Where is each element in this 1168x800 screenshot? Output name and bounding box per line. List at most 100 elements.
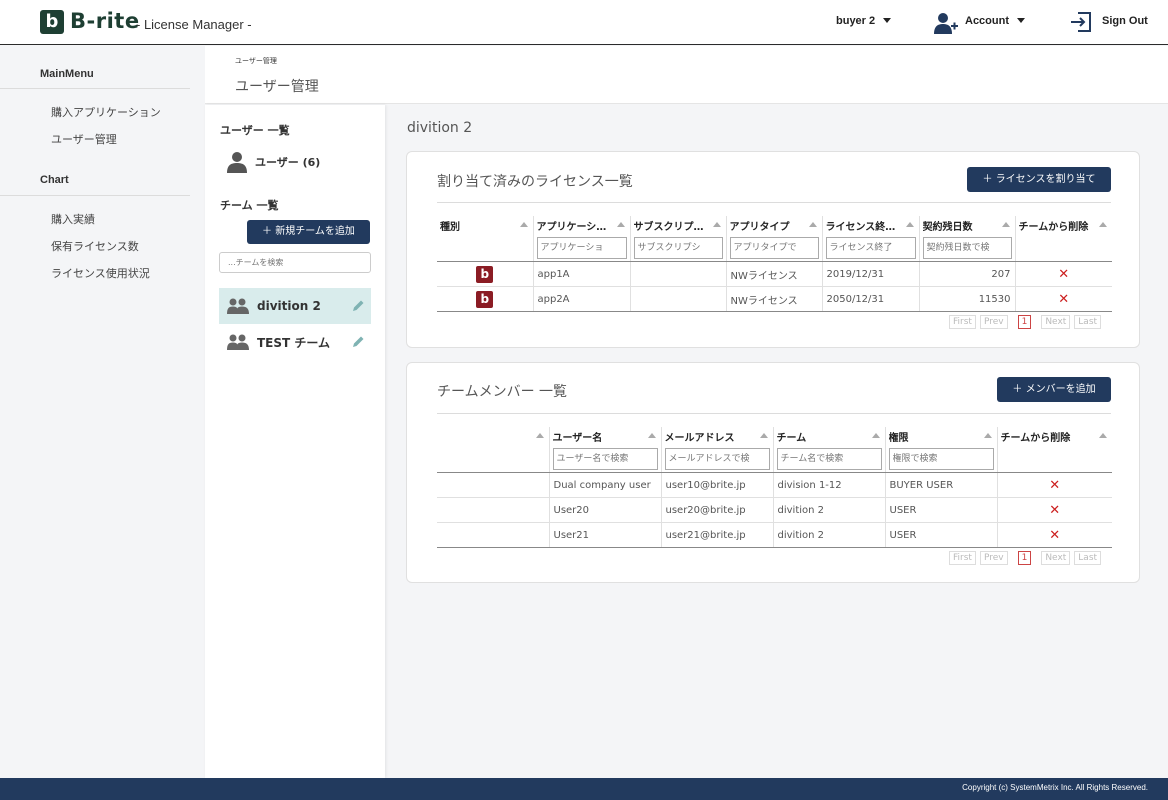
team-item-test[interactable]: TEST チーム <box>219 324 371 360</box>
col-blank[interactable] <box>437 427 550 473</box>
members-table: ユーザー名 メールアドレス チーム 権限 チームから削除 Dual compan… <box>437 427 1112 548</box>
team-icon <box>227 334 249 350</box>
sidebar-item-license-usage[interactable]: ライセンス使用状況 <box>51 265 150 281</box>
email-filter-input[interactable] <box>664 448 770 470</box>
col-type[interactable]: 種別 <box>437 216 534 262</box>
cell-type: NWライセンス <box>726 261 823 287</box>
pager-first[interactable]: First <box>949 551 976 565</box>
col-remove-from-team[interactable]: チームから削除 <box>997 427 1112 473</box>
chart-heading: Chart <box>40 174 69 186</box>
col-license-end[interactable]: ライセンス終… <box>822 216 920 262</box>
col-remove-from-team[interactable]: チームから削除 <box>1015 216 1112 262</box>
role-filter-input[interactable] <box>888 448 994 470</box>
table-row[interactable]: b app1A NWライセンス 2019/12/31 207 ✕ <box>437 261 1112 287</box>
app-subtitle: - License Manager - <box>136 17 252 32</box>
cell-team: divition 2 <box>773 522 886 548</box>
add-team-button[interactable]: ＋ 新規チームを追加 <box>247 220 370 244</box>
pager-last[interactable]: Last <box>1074 551 1102 565</box>
pager-page[interactable]: 1 <box>1017 551 1032 565</box>
brand-logo-icon[interactable]: b <box>40 10 64 34</box>
sort-icon <box>519 222 528 227</box>
members-title: チームメンバー 一覧 <box>437 384 568 400</box>
pager-last[interactable]: Last <box>1074 315 1102 329</box>
user-menu-dropdown[interactable]: buyer 2 <box>836 15 892 27</box>
table-header-row: 種別 アプリケーシ… サブスクリプ… アプリタイプ ライセンス終… 契約残日数 … <box>437 216 1112 262</box>
sort-icon <box>535 433 544 438</box>
cell-role: USER <box>885 497 998 523</box>
account-label: Account <box>965 15 1009 27</box>
remaining-days-filter-input[interactable] <box>922 237 1012 259</box>
team-list-heading: チーム 一覧 <box>220 199 279 212</box>
pager-next[interactable]: Next <box>1041 551 1071 565</box>
team-panel: ユーザー 一覧 ユーザー (6) チーム 一覧 ＋ 新規チームを追加 divit… <box>205 105 385 778</box>
application-filter-input[interactable] <box>536 237 627 259</box>
col-app-type[interactable]: アプリタイプ <box>726 216 823 262</box>
edit-pencil-icon[interactable] <box>351 335 365 349</box>
col-user-name[interactable]: ユーザー名 <box>549 427 662 473</box>
team-icon <box>227 298 249 314</box>
sidebar-item-purchased-apps[interactable]: 購入アプリケーション <box>51 104 161 120</box>
delete-icon[interactable]: ✕ <box>1058 292 1069 307</box>
user-name-filter-input[interactable] <box>552 448 658 470</box>
pager-prev[interactable]: Prev <box>979 315 1008 329</box>
license-end-filter-input[interactable] <box>825 237 916 259</box>
sign-out-icon[interactable] <box>1070 11 1092 33</box>
col-application[interactable]: アプリケーシ… <box>533 216 631 262</box>
licenses-pagination: First Prev 1 Next Last <box>949 315 1102 329</box>
subscription-filter-input[interactable] <box>633 237 723 259</box>
breadcrumb[interactable]: ユーザー管理 <box>235 56 277 66</box>
add-user-icon[interactable] <box>934 11 958 35</box>
brand-name[interactable]: B-rite <box>70 9 140 33</box>
sidebar-item-license-count[interactable]: 保有ライセンス数 <box>51 238 139 254</box>
sort-icon <box>1099 433 1107 438</box>
sidebar-item-user-management[interactable]: ユーザー管理 <box>51 131 117 147</box>
account-menu-dropdown[interactable]: Account <box>965 15 1025 27</box>
cell-email: user20@brite.jp <box>661 497 774 523</box>
chevron-down-icon <box>883 18 892 23</box>
col-remaining-days[interactable]: 契約残日数 <box>919 216 1016 262</box>
cell-end: 2050/12/31 <box>822 286 920 312</box>
team-filter-input[interactable] <box>776 448 882 470</box>
cell-name: Dual company user <box>549 472 662 498</box>
pager-prev[interactable]: Prev <box>979 551 1008 565</box>
add-member-button[interactable]: ＋ メンバーを追加 <box>997 377 1111 402</box>
table-row[interactable]: Dual company user user10@brite.jp divisi… <box>437 472 1112 498</box>
assign-license-button[interactable]: ＋ ライセンスを割り当て <box>967 167 1111 192</box>
breadcrumb-area: ユーザー管理 ユーザー管理 <box>205 46 1168 104</box>
delete-icon[interactable]: ✕ <box>1049 528 1060 543</box>
top-header: b B-rite - License Manager - buyer 2 Acc… <box>0 0 1168 45</box>
user-icon <box>227 152 247 173</box>
members-pagination: First Prev 1 Next Last <box>949 551 1102 565</box>
cell-type: NWライセンス <box>726 286 823 312</box>
table-row[interactable]: b app2A NWライセンス 2050/12/31 11530 ✕ <box>437 286 1112 312</box>
app-b-icon: b <box>476 290 494 308</box>
sort-icon <box>759 433 768 438</box>
pager-page[interactable]: 1 <box>1017 315 1032 329</box>
licenses-title: 割り当て済みのライセンス一覧 <box>437 174 633 190</box>
cell-email: user21@brite.jp <box>661 522 774 548</box>
delete-icon[interactable]: ✕ <box>1049 503 1060 518</box>
col-team[interactable]: チーム <box>773 427 886 473</box>
cell-end: 2019/12/31 <box>822 261 920 287</box>
delete-icon[interactable]: ✕ <box>1058 267 1069 282</box>
table-row[interactable]: User21 user21@brite.jp divition 2 USER ✕ <box>437 522 1112 548</box>
cell-team: division 1-12 <box>773 472 886 498</box>
col-email[interactable]: メールアドレス <box>661 427 774 473</box>
pager-first[interactable]: First <box>949 315 976 329</box>
sidebar-item-purchase-history[interactable]: 購入実績 <box>51 211 95 227</box>
edit-pencil-icon[interactable] <box>351 299 365 313</box>
team-search-input[interactable] <box>219 252 371 273</box>
cell-name: User21 <box>549 522 662 548</box>
cell-days: 11530 <box>919 286 1016 312</box>
team-item-divition-2[interactable]: divition 2 <box>219 288 371 324</box>
team-name: divition 2 <box>257 299 321 313</box>
all-users-item[interactable]: ユーザー (6) <box>227 151 367 173</box>
col-subscription[interactable]: サブスクリプ… <box>630 216 727 262</box>
app-type-filter-input[interactable] <box>729 237 819 259</box>
sign-out-link[interactable]: Sign Out <box>1102 15 1148 27</box>
cell-name: User20 <box>549 497 662 523</box>
pager-next[interactable]: Next <box>1041 315 1071 329</box>
col-role[interactable]: 権限 <box>885 427 998 473</box>
table-row[interactable]: User20 user20@brite.jp divition 2 USER ✕ <box>437 497 1112 523</box>
delete-icon[interactable]: ✕ <box>1049 478 1060 493</box>
